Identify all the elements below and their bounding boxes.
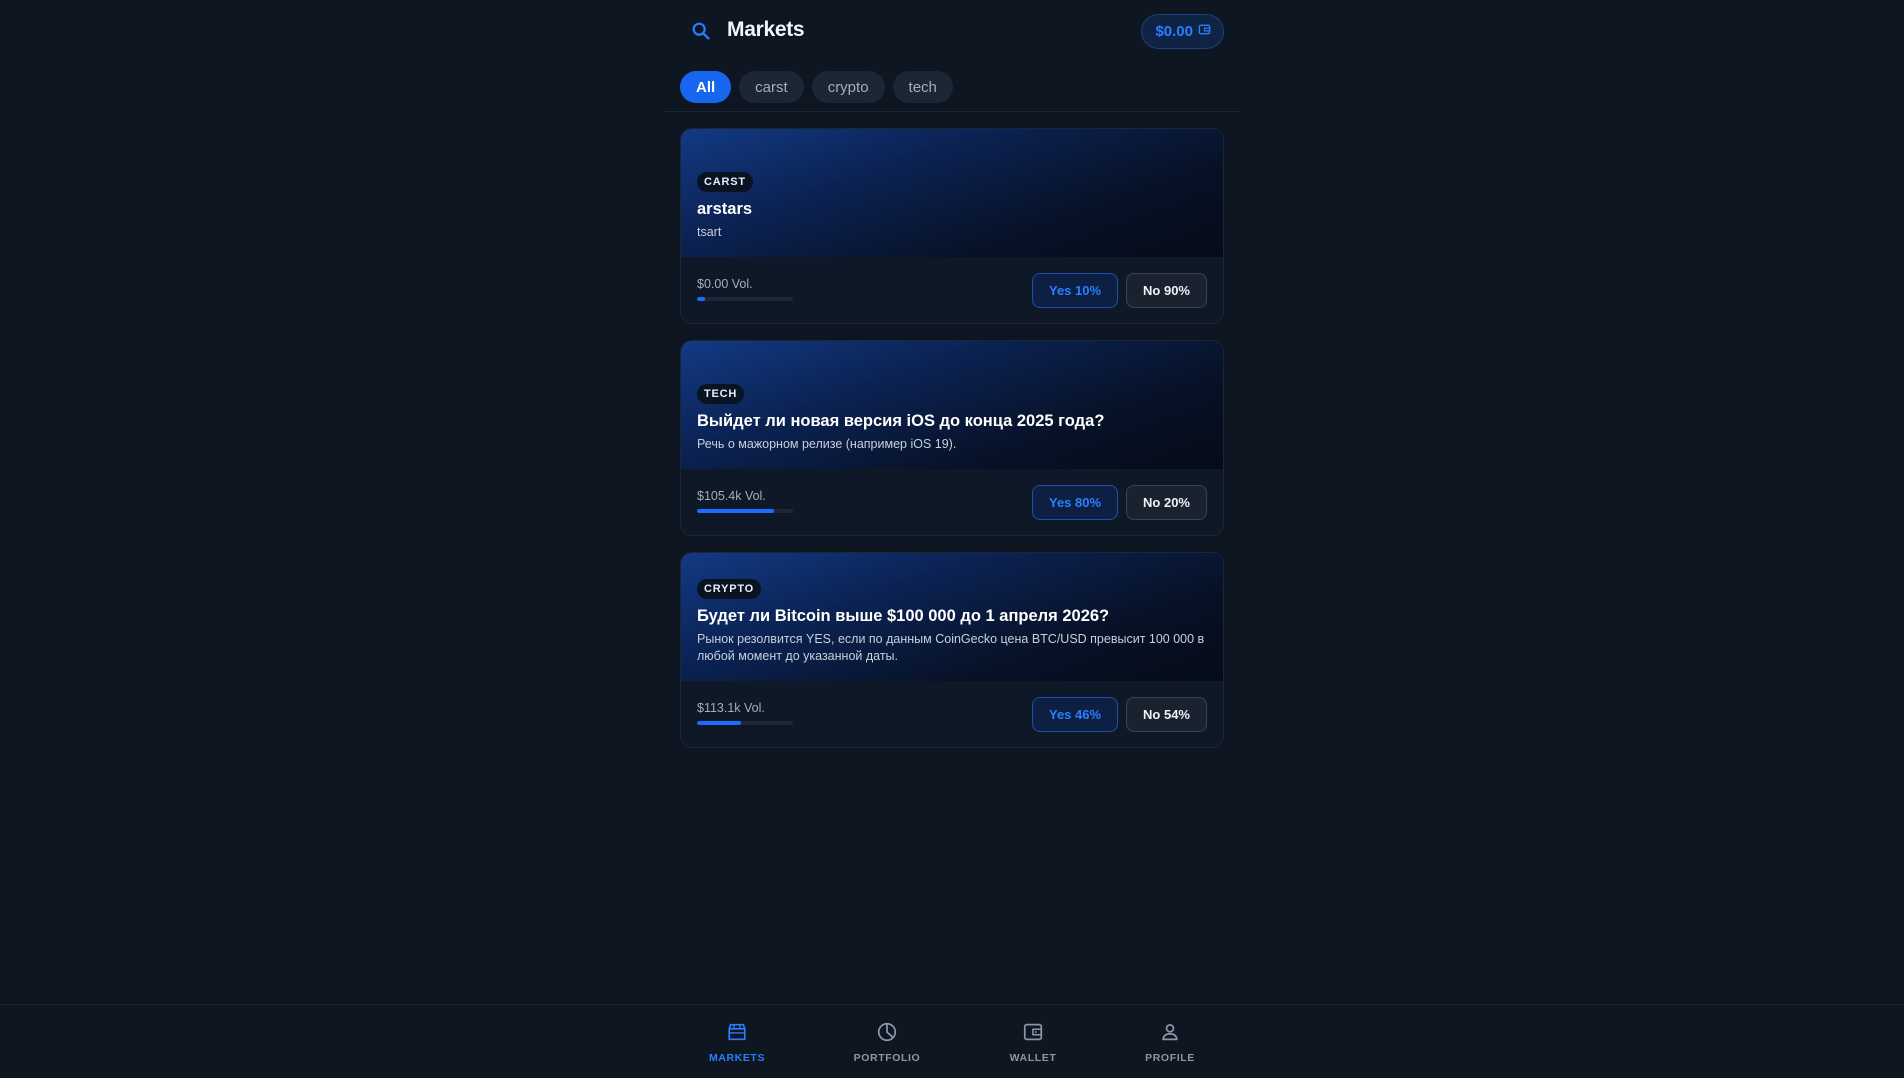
- wallet-icon: [1022, 1021, 1044, 1046]
- market-list: CARST arstars tsart $0.00 Vol. Yes 10% N…: [680, 128, 1224, 764]
- market-title: Выйдет ли новая версия iOS до конца 2025…: [697, 412, 1105, 430]
- volume-bar: [697, 509, 793, 513]
- category-tag: TECH: [697, 384, 745, 404]
- balance-button[interactable]: $0.00: [1141, 14, 1224, 49]
- nav-label: MARKETS: [708, 1052, 766, 1064]
- filter-chip-tech[interactable]: tech: [892, 71, 953, 103]
- filter-chip-crypto[interactable]: crypto: [811, 71, 885, 103]
- market-description: tsart: [697, 225, 722, 239]
- market-card-footer: $105.4k Vol. Yes 80% No 20%: [681, 469, 1223, 535]
- markets-column: Markets $0.00 All carst crypto tech CARS…: [664, 0, 1240, 1004]
- market-description: Речь о мажорном релизе (например iOS 19)…: [697, 437, 957, 451]
- no-button[interactable]: No 54%: [1126, 697, 1207, 732]
- nav-label: WALLET: [1009, 1052, 1057, 1064]
- no-button[interactable]: No 20%: [1126, 485, 1207, 520]
- yes-button[interactable]: Yes 46%: [1031, 697, 1119, 732]
- filter-chip-carst[interactable]: carst: [739, 71, 804, 103]
- market-volume: $113.1k Vol.: [697, 701, 765, 715]
- yes-button[interactable]: Yes 80%: [1031, 485, 1119, 520]
- page-title: Markets: [727, 18, 805, 41]
- bottom-nav: MARKETS PORTFOLIO WALLET PROFILE: [0, 1004, 1904, 1078]
- market-card-hero: CRYPTO Будет ли Bitcoin выше $100 000 до…: [681, 553, 1223, 681]
- balance-amount: $0.00: [1155, 23, 1193, 40]
- store-icon: [726, 1021, 748, 1046]
- volume-bar-fill: [697, 509, 774, 513]
- market-card[interactable]: TECH Выйдет ли новая версия iOS до конца…: [680, 340, 1224, 536]
- market-card[interactable]: CARST arstars tsart $0.00 Vol. Yes 10% N…: [680, 128, 1224, 324]
- market-title: arstars: [697, 200, 753, 218]
- market-card-footer: $113.1k Vol. Yes 46% No 54%: [681, 681, 1223, 747]
- market-title: Будет ли Bitcoin выше $100 000 до 1 апре…: [697, 607, 1110, 625]
- nav-item-portfolio[interactable]: PORTFOLIO: [842, 1021, 932, 1064]
- nav-item-wallet[interactable]: WALLET: [988, 1021, 1078, 1064]
- search-icon[interactable]: [690, 20, 712, 42]
- market-volume: $0.00 Vol.: [697, 277, 753, 291]
- market-volume: $105.4k Vol.: [697, 489, 766, 503]
- nav-item-profile[interactable]: PROFILE: [1125, 1021, 1215, 1064]
- volume-bar: [697, 721, 793, 725]
- volume-bar: [697, 297, 793, 301]
- category-filters: All carst crypto tech: [680, 71, 953, 103]
- market-description: Рынок резолвится YES, если по данным Coi…: [697, 632, 1205, 663]
- pie-chart-icon: [876, 1021, 898, 1046]
- market-card-hero: CARST arstars tsart: [681, 129, 1223, 257]
- yes-button[interactable]: Yes 10%: [1031, 273, 1119, 308]
- volume-bar-fill: [697, 721, 742, 725]
- nav-label: PROFILE: [1145, 1052, 1195, 1064]
- market-card[interactable]: CRYPTO Будет ли Bitcoin выше $100 000 до…: [680, 552, 1224, 748]
- user-icon: [1159, 1021, 1181, 1046]
- category-tag: CARST: [697, 172, 753, 192]
- nav-label: PORTFOLIO: [853, 1052, 921, 1064]
- nav-item-markets[interactable]: MARKETS: [692, 1021, 782, 1064]
- outcome-buttons: Yes 46% No 54%: [1031, 697, 1207, 732]
- no-button[interactable]: No 90%: [1126, 273, 1207, 308]
- wallet-icon: [1198, 23, 1211, 40]
- volume-bar-fill: [697, 297, 705, 301]
- outcome-buttons: Yes 10% No 90%: [1031, 273, 1207, 308]
- market-card-hero: TECH Выйдет ли новая версия iOS до конца…: [681, 341, 1223, 469]
- header: Markets $0.00 All carst crypto tech: [664, 0, 1240, 112]
- filter-chip-all[interactable]: All: [680, 71, 732, 103]
- app: Markets $0.00 All carst crypto tech CARS…: [0, 0, 1904, 1078]
- market-card-footer: $0.00 Vol. Yes 10% No 90%: [681, 257, 1223, 323]
- category-tag: CRYPTO: [697, 579, 762, 599]
- outcome-buttons: Yes 80% No 20%: [1031, 485, 1207, 520]
